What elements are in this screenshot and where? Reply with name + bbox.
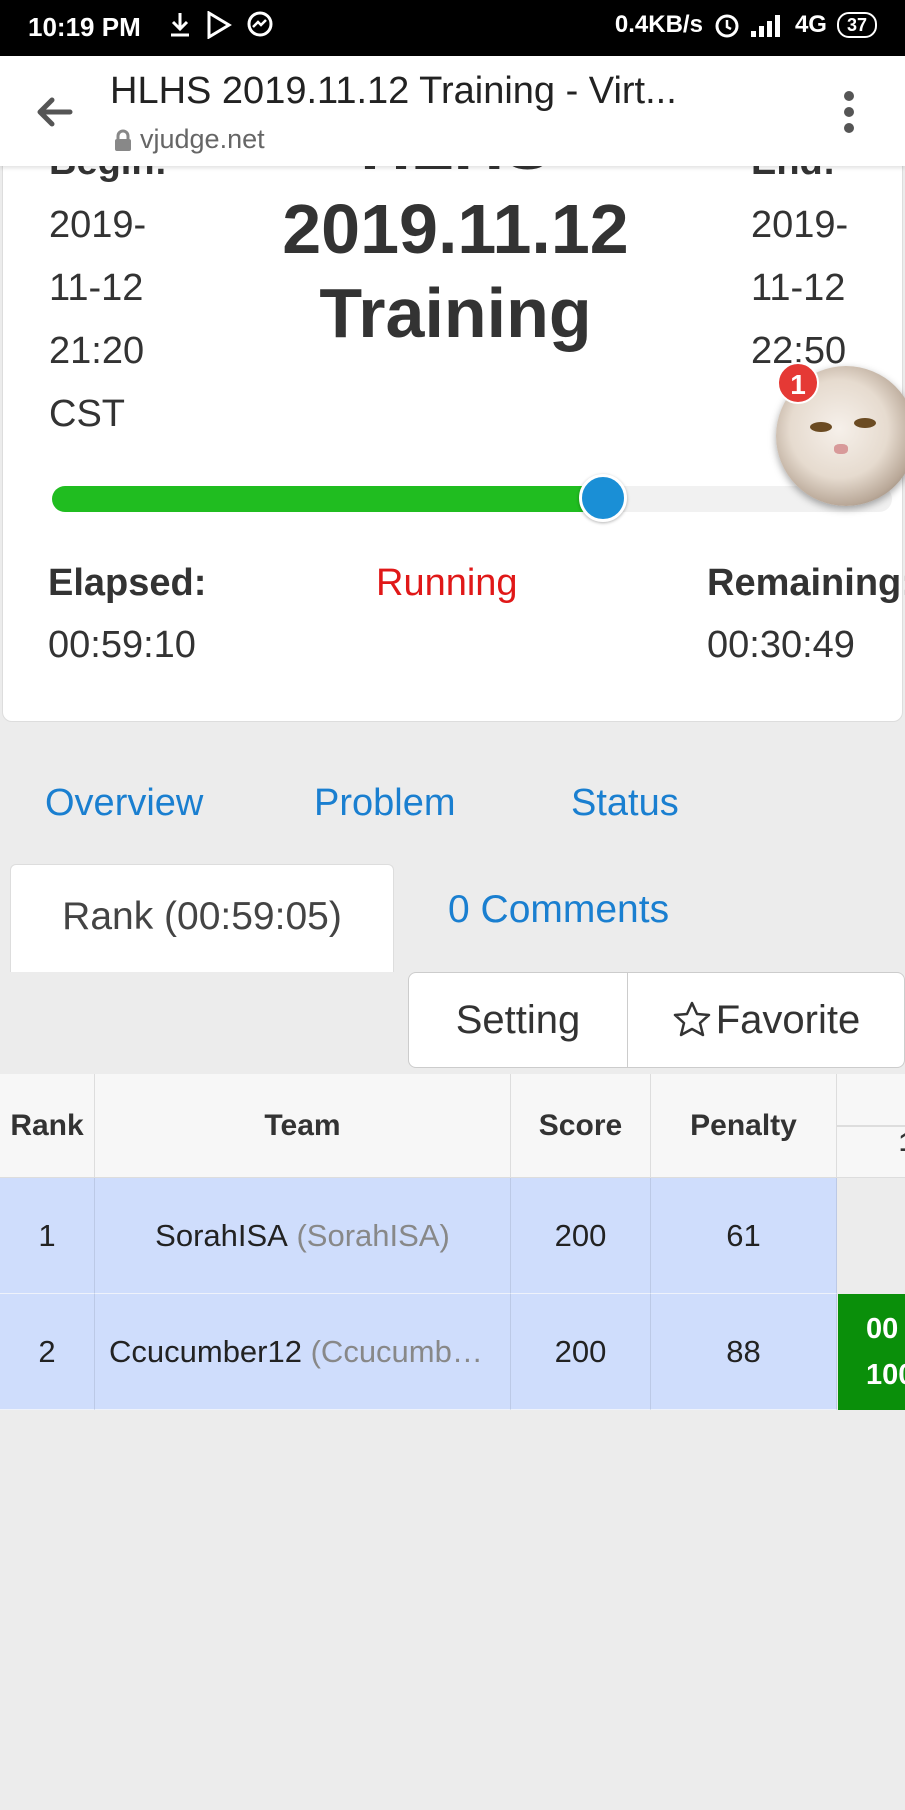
alarm-icon: [715, 14, 739, 38]
setting-button-label: Setting: [455, 997, 581, 1042]
contest-status: Running: [376, 562, 518, 604]
cat-eye: [810, 422, 832, 432]
contest-title-line: Training: [319, 274, 592, 352]
battery-icon: 37: [836, 12, 877, 38]
tab-comments[interactable]: 0 Comments: [448, 888, 669, 932]
team-nick: (Ccucumb…: [310, 1333, 483, 1369]
remaining-value: 00:30:49: [707, 624, 855, 666]
lock-icon: [115, 129, 131, 151]
elapsed-value: 00:59:10: [48, 624, 196, 666]
status-right: 0.4KB/s 4G 37: [615, 11, 877, 39]
score-cell: 200: [511, 1178, 651, 1294]
browser-toolbar: HLHS 2019.11.12 Training - Virt... vjudg…: [0, 56, 905, 166]
tab-rank[interactable]: Rank (00:59:05): [10, 864, 394, 972]
messenger-icon: [247, 11, 273, 37]
col-header-problem[interactable]: 1: [837, 1126, 905, 1178]
download-icon: [171, 13, 189, 37]
cat-eye: [854, 418, 876, 428]
begin-line: CST: [49, 393, 125, 435]
problem-cell-accepted[interactable]: 00 100: [838, 1294, 905, 1410]
rank-cell: 2: [0, 1294, 95, 1410]
begin-line: 21:20: [49, 330, 145, 372]
begin-line: 2019-: [49, 204, 147, 246]
elapsed-label: Elapsed:: [48, 562, 207, 604]
accepted-time: 00: [866, 1313, 899, 1345]
contest-title-line: 2019.11.12: [282, 190, 629, 268]
favorite-button-label: Favorite: [715, 997, 861, 1042]
url-bar[interactable]: vjudge.net: [114, 124, 265, 155]
col-header-penalty[interactable]: Penalty: [651, 1074, 837, 1178]
accepted-score: 100: [866, 1359, 905, 1391]
col-header-score[interactable]: Score: [511, 1074, 651, 1178]
network-type: 4G: [794, 11, 827, 38]
contest-title: HLHS 2019.11.12 Training: [213, 151, 698, 355]
nav-status[interactable]: Status: [571, 782, 679, 825]
network-speed: 0.4KB/s: [614, 11, 703, 38]
more-options-icon[interactable]: [843, 90, 855, 134]
play-store-icon: [207, 11, 232, 39]
nav-problem[interactable]: Problem: [314, 782, 456, 825]
col-header-problems: [837, 1074, 905, 1126]
end-line: 2019-: [751, 204, 849, 246]
begin-line: 11-12: [49, 267, 144, 309]
nav-overview[interactable]: Overview: [45, 782, 203, 825]
team-name: SorahISA: [155, 1217, 288, 1253]
team-name: Ccucumber12: [109, 1333, 302, 1369]
progress-slider-knob[interactable]: [579, 474, 627, 522]
notification-badge: 1: [777, 362, 819, 404]
remaining-block: Remaining: 00:30:49: [707, 552, 905, 676]
col-header-team[interactable]: Team: [95, 1074, 511, 1178]
cat-nose: [834, 444, 848, 454]
team-nick: (SorahISA): [296, 1217, 450, 1253]
status-bar: 10:19 PM 0.4KB/s 4G 37: [0, 0, 905, 56]
url-text: vjudge.net: [140, 124, 265, 154]
elapsed-block: Elapsed: 00:59:10: [48, 552, 206, 676]
star-icon: [673, 1001, 710, 1037]
page-title: HLHS 2019.11.12 Training - Virt...: [110, 70, 677, 112]
problem-cell-empty: [837, 1178, 905, 1294]
col-header-rank[interactable]: Rank: [0, 1074, 95, 1178]
rank-cell: 1: [0, 1178, 95, 1294]
penalty-cell: 88: [651, 1294, 837, 1410]
team-cell[interactable]: SorahISA (SorahISA): [95, 1178, 511, 1294]
favorite-button[interactable]: Favorite: [627, 972, 905, 1068]
score-cell: 200: [511, 1294, 651, 1410]
back-arrow-icon[interactable]: [32, 90, 76, 134]
progress-fill: [52, 486, 603, 512]
clock: 10:19 PM: [28, 12, 141, 42]
signal-icon: [750, 15, 780, 37]
remaining-label: Remaining:: [707, 562, 905, 604]
setting-button[interactable]: Setting: [408, 972, 628, 1068]
notification-icons: [168, 11, 274, 39]
penalty-cell: 61: [651, 1178, 837, 1294]
end-line: 11-12: [751, 267, 846, 309]
end-time: End: 2019- 11-12 22:50: [751, 151, 849, 383]
begin-time: Begin: 2019- 11-12 21:20 CST: [49, 151, 167, 446]
team-cell[interactable]: Ccucumber12 (Ccucumb…: [95, 1294, 511, 1410]
